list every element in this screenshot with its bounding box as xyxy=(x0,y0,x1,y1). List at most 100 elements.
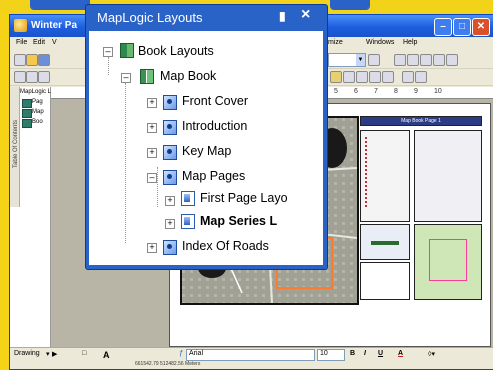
tree-root-book-layouts[interactable]: Book Layouts xyxy=(138,44,214,58)
page-icon xyxy=(163,120,177,135)
tree-item-index-of-roads[interactable]: Index Of Roads xyxy=(182,239,269,253)
page-icon xyxy=(163,95,177,110)
toc-item[interactable]: Pag xyxy=(32,99,43,105)
map-page-header: Map Book Page 1 xyxy=(360,116,482,126)
book-layouts-icon xyxy=(120,43,134,58)
ruler-tick: 10 xyxy=(434,88,442,95)
toc-header: MapLogic La xyxy=(20,89,55,95)
page-layout-icon xyxy=(181,191,195,206)
expand-toggle[interactable]: + xyxy=(147,243,157,253)
font-size-field[interactable]: 10 xyxy=(317,349,345,361)
layer-icon xyxy=(22,109,32,118)
expand-toggle[interactable]: + xyxy=(165,219,175,229)
layout-tool-icon[interactable] xyxy=(330,71,342,83)
layer-icon xyxy=(22,99,32,108)
tree-connector xyxy=(108,57,109,75)
collapse-toggle[interactable]: – xyxy=(147,173,157,183)
layout-tool-icon[interactable] xyxy=(402,71,414,83)
layout-tool-icon[interactable] xyxy=(415,71,427,83)
layout-tool-icon[interactable] xyxy=(356,71,368,83)
save-icon[interactable] xyxy=(38,54,50,66)
zoom-out-icon[interactable] xyxy=(26,71,38,83)
ruler-tick: 5 xyxy=(334,88,338,95)
page-layout-icon xyxy=(181,214,195,229)
maximize-button[interactable]: □ xyxy=(453,18,471,36)
font-color-button[interactable]: A xyxy=(398,350,403,357)
select-arrow-icon[interactable]: ▶ xyxy=(52,350,57,358)
tool-icon[interactable] xyxy=(394,54,406,66)
expand-toggle[interactable]: + xyxy=(147,148,157,158)
layout-tool-icon[interactable] xyxy=(382,71,394,83)
ruler-tick: 6 xyxy=(354,88,358,95)
collapse-toggle[interactable]: – xyxy=(103,47,113,57)
scale-panel xyxy=(360,262,410,300)
index-panel xyxy=(414,130,482,222)
page-icon xyxy=(163,145,177,160)
key-map-panel xyxy=(414,224,482,300)
tree-item-map-pages[interactable]: Map Pages xyxy=(182,169,245,183)
open-icon[interactable] xyxy=(26,54,38,66)
menu-view[interactable]: V xyxy=(52,39,57,46)
scale-combo[interactable]: ▼ xyxy=(328,53,366,67)
app-title: Winter Pa xyxy=(31,20,78,31)
expand-toggle[interactable]: + xyxy=(147,98,157,108)
italic-button[interactable]: I xyxy=(364,350,366,357)
tool-icon[interactable] xyxy=(446,54,458,66)
menu-customize[interactable]: mize xyxy=(328,39,343,46)
tree-item-map-book[interactable]: Map Book xyxy=(160,69,216,83)
layout-tree: – Book Layouts – Map Book + Front Cover … xyxy=(89,31,323,265)
zoom-in-icon[interactable] xyxy=(14,71,26,83)
layer-icon xyxy=(22,119,32,128)
drawing-dropdown-icon[interactable]: ▾ xyxy=(46,350,50,358)
drawing-menu[interactable]: Drawing xyxy=(14,350,40,357)
tool-icon[interactable] xyxy=(433,54,445,66)
band-shape xyxy=(30,0,90,10)
font-icon: ƒ xyxy=(179,350,183,357)
tree-item-key-map[interactable]: Key Map xyxy=(182,144,231,158)
page-icon xyxy=(163,170,177,185)
layout-tool-icon[interactable] xyxy=(343,71,355,83)
ruler-tick: 9 xyxy=(414,88,418,95)
toc-side-tab[interactable]: Table Of Contents xyxy=(10,87,20,207)
tree-item-first-page-layout[interactable]: First Page Layo xyxy=(200,191,288,205)
menu-edit[interactable]: Edit xyxy=(33,39,45,46)
legend-panel xyxy=(360,130,410,222)
layout-tool-icon[interactable] xyxy=(369,71,381,83)
menu-windows[interactable]: Windows xyxy=(366,39,394,46)
map-side-panels: Map Book Page 1 xyxy=(360,116,482,301)
toc-item[interactable]: Map xyxy=(32,109,44,115)
tool-icon[interactable] xyxy=(420,54,432,66)
tree-connector xyxy=(157,167,158,207)
close-icon[interactable]: × xyxy=(301,6,310,24)
ruler-tick: 7 xyxy=(374,88,378,95)
menu-help[interactable]: Help xyxy=(403,39,417,46)
editor-icon[interactable] xyxy=(368,54,380,66)
rectangle-tool-icon[interactable]: □ xyxy=(82,350,86,357)
text-tool[interactable]: A xyxy=(103,350,110,360)
band-shape xyxy=(330,0,370,10)
menu-file[interactable]: File xyxy=(16,39,27,46)
toc-item[interactable]: Boo xyxy=(32,119,43,125)
tree-connector xyxy=(125,83,126,243)
north-arrow-panel xyxy=(360,224,410,260)
status-coordinates: 661542.79 512482.56 Meters xyxy=(135,361,201,367)
tool-icon[interactable] xyxy=(407,54,419,66)
toc-tab-label: Table Of Contents xyxy=(13,119,19,169)
tree-item-front-cover[interactable]: Front Cover xyxy=(182,94,248,108)
tree-item-map-series-layout[interactable]: Map Series L xyxy=(200,214,277,228)
expand-toggle[interactable]: + xyxy=(165,196,175,206)
bold-button[interactable]: B xyxy=(350,350,355,357)
new-icon[interactable] xyxy=(14,54,26,66)
underline-button[interactable]: U xyxy=(378,350,383,357)
close-window-button[interactable]: ✕ xyxy=(472,18,490,36)
font-name-field[interactable]: Arial xyxy=(186,349,315,361)
collapse-toggle[interactable]: – xyxy=(121,73,131,83)
ruler-tick: 8 xyxy=(394,88,398,95)
expand-toggle[interactable]: + xyxy=(147,123,157,133)
fill-color-icon[interactable]: ◊▾ xyxy=(428,350,435,358)
minimize-button[interactable]: – xyxy=(434,18,452,36)
maplogic-layouts-panel: MapLogic Layouts ▮ × – Book Layouts – Ma… xyxy=(85,4,328,270)
pan-icon[interactable] xyxy=(38,71,50,83)
pin-icon[interactable]: ▮ xyxy=(279,9,286,23)
tree-item-introduction[interactable]: Introduction xyxy=(182,119,247,133)
